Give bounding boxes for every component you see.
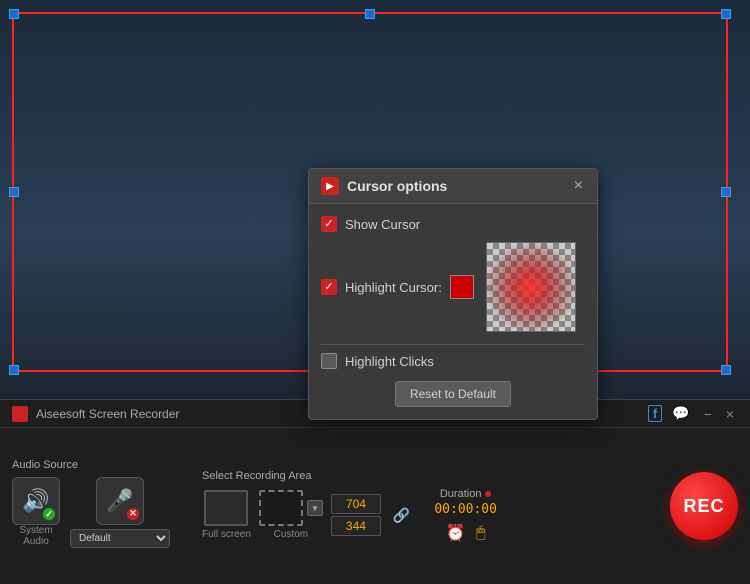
custom-preview [259,490,303,526]
show-cursor-checkbox[interactable] [321,216,337,232]
reset-button[interactable]: Reset to Default [395,381,511,407]
audio-buttons: 🔊 ✓ System Audio 🎤 ✕ Default [12,477,170,548]
close-button[interactable]: × [722,404,738,424]
duration-time: 00:00:00 [434,502,497,517]
app-icon [12,406,28,422]
microphone-select[interactable]: Default [70,529,170,548]
system-audio-button[interactable]: 🔊 ✓ [12,477,60,525]
handle-bottom-left[interactable] [9,365,19,375]
cursor-icon[interactable]: 🖱 [476,524,486,542]
minimize-button[interactable]: − [700,404,716,424]
fullscreen-preview [204,490,248,526]
highlight-cursor-checkbox[interactable] [321,279,337,295]
alarm-icon[interactable]: ⏰ [446,523,466,543]
custom-label: Custom [274,529,308,540]
handle-top-center[interactable] [365,9,375,19]
toolbar-main-content: Audio Source 🔊 ✓ System Audio 🎤 ✕ [0,428,750,584]
highlight-cursor-row: Highlight Cursor: [321,242,585,332]
full-screen-label: Full screen [202,529,251,540]
highlight-color-swatch[interactable] [450,275,474,299]
duration-section: Duration 00:00:00 ⏰ 🖱 [434,488,497,543]
audio-source-label: Audio Source [12,459,78,471]
duration-label: Duration [440,488,492,500]
duration-indicator [485,491,491,497]
separator [321,344,585,345]
chat-icon[interactable]: 💬 [668,403,693,424]
highlight-glow [487,243,575,331]
custom-dropdown[interactable]: ▼ [307,500,323,516]
show-cursor-row: Show Cursor [321,216,585,232]
highlight-clicks-row: Highlight Clicks [321,353,585,369]
link-dimensions-icon[interactable]: 🔗 [389,507,414,524]
system-audio-label: System Audio [12,525,60,547]
dimensions-box [331,494,381,536]
dialog-body: Show Cursor Highlight Cursor: Highlight … [309,204,597,419]
rec-label: REC [683,496,724,517]
highlight-clicks-checkbox[interactable] [321,353,337,369]
handle-top-left[interactable] [9,9,19,19]
rec-button[interactable]: REC [670,472,738,540]
system-audio-status: ✓ [43,508,55,520]
highlight-clicks-label: Highlight Clicks [345,354,434,369]
microphone-button[interactable]: 🎤 ✕ [96,477,144,525]
facebook-icon[interactable]: f [648,405,662,422]
toolbar-top-buttons: f 💬 − × [648,403,738,424]
highlight-preview [486,242,576,332]
dialog-header: ▶ Cursor options × [309,169,597,204]
select-area-label: Select Recording Area [202,470,658,482]
height-input[interactable] [331,516,381,536]
show-cursor-label: Show Cursor [345,217,420,232]
audio-section: Audio Source 🔊 ✓ System Audio 🎤 ✕ [12,459,182,554]
width-input[interactable] [331,494,381,514]
recording-section: Select Recording Area Full screen ▼ Cust… [202,470,658,543]
handle-mid-left[interactable] [9,187,19,197]
dialog-app-icon: ▶ [321,177,339,195]
full-screen-button[interactable]: Full screen [202,490,251,540]
dialog-title: Cursor options [347,178,572,194]
duration-text: Duration [440,488,482,500]
fullscreen-btn-row [204,490,248,526]
custom-area-button[interactable]: ▼ Custom [259,490,323,540]
microphone-status: ✕ [127,508,139,520]
handle-mid-right[interactable] [721,187,731,197]
highlight-cursor-label: Highlight Cursor: [345,280,442,295]
cursor-options-dialog: ▶ Cursor options × Show Cursor Highlight… [308,168,598,420]
bottom-icons: ⏰ 🖱 [446,523,486,543]
dialog-close-button[interactable]: × [572,177,585,195]
custom-btn-row: ▼ [259,490,323,526]
recording-controls: Full screen ▼ Custom 🔗 [202,488,658,543]
handle-bottom-right[interactable] [721,365,731,375]
handle-top-right[interactable] [721,9,731,19]
toolbar: Aiseesoft Screen Recorder f 💬 − × Audio … [0,399,750,584]
